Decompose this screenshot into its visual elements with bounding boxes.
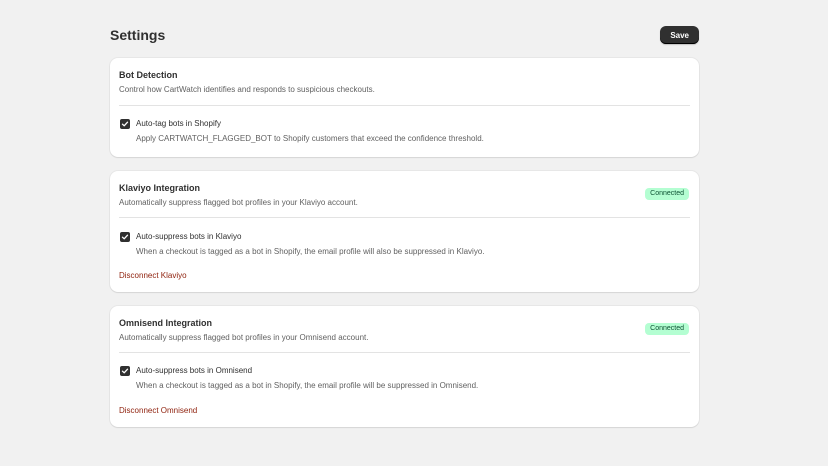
card-header: Bot Detection Control how CartWatch iden…: [119, 69, 690, 95]
klaviyo-integration-card: Klaviyo Integration Automatically suppre…: [110, 171, 699, 292]
card-header: Klaviyo Integration Automatically suppre…: [119, 182, 690, 208]
page-header: Settings Save: [110, 26, 699, 44]
divider: [119, 105, 690, 106]
checkbox-label[interactable]: Auto-suppress bots in Klaviyo: [136, 232, 241, 242]
auto-tag-bots-checkbox[interactable]: [120, 119, 130, 129]
checkmark-icon: [121, 368, 129, 374]
settings-page: Settings Save Bot Detection Control how …: [0, 0, 828, 466]
card-title: Klaviyo Integration: [119, 183, 201, 193]
omnisend-integration-card: Omnisend Integration Automatically suppr…: [110, 306, 699, 427]
card-description: Automatically suppress flagged bot profi…: [119, 198, 358, 207]
checkmark-icon: [121, 121, 129, 127]
card-description: Automatically suppress flagged bot profi…: [119, 333, 369, 342]
save-button[interactable]: Save: [660, 26, 699, 44]
page-title: Settings: [110, 27, 166, 43]
checkbox-label[interactable]: Auto-tag bots in Shopify: [136, 119, 221, 129]
checkmark-icon: [121, 234, 129, 240]
checkbox-help-text: When a checkout is tagged as a bot in Sh…: [136, 247, 485, 256]
checkbox-label[interactable]: Auto-suppress bots in Omnisend: [136, 366, 252, 376]
card-title: Omnisend Integration: [119, 318, 213, 328]
divider: [119, 352, 690, 353]
divider: [119, 217, 690, 218]
checkbox-help-text: When a checkout is tagged as a bot in Sh…: [136, 381, 479, 390]
card-title: Bot Detection: [119, 70, 178, 80]
auto-suppress-omnisend-checkbox[interactable]: [120, 366, 130, 376]
connected-status-badge: Connected: [645, 188, 689, 200]
disconnect-omnisend-link[interactable]: Disconnect Omnisend: [119, 406, 197, 416]
disconnect-klaviyo-link[interactable]: Disconnect Klaviyo: [119, 271, 187, 281]
card-description: Control how CartWatch identifies and res…: [119, 85, 375, 94]
card-header: Omnisend Integration Automatically suppr…: [119, 317, 690, 343]
connected-status-badge: Connected: [645, 323, 689, 335]
auto-suppress-klaviyo-checkbox[interactable]: [120, 232, 130, 242]
checkbox-help-text: Apply CARTWATCH_FLAGGED_BOT to Shopify c…: [136, 134, 484, 143]
bot-detection-card: Bot Detection Control how CartWatch iden…: [110, 58, 699, 157]
